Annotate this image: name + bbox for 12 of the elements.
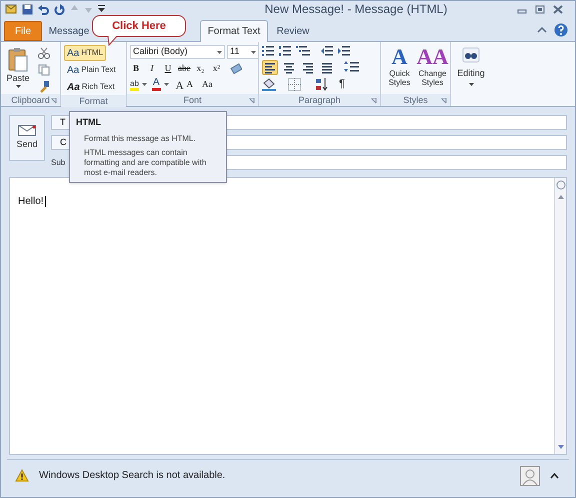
callout-bubble: Click Here: [92, 15, 186, 37]
group-label: Font: [183, 94, 202, 106]
group-label: Clipboard: [11, 94, 50, 106]
status-message: Windows Desktop Search is not available.: [39, 469, 226, 483]
tooltip-text: HTML messages can contain formatting and are compatible with most e-mail readers.: [83, 148, 208, 178]
message-text: Hello!: [18, 196, 46, 207]
window-title: New Message! - Message (HTML): [264, 1, 448, 17]
tooltip-title: HTML: [76, 116, 102, 129]
group-label: Paragraph: [298, 94, 341, 106]
group-label: Format: [79, 95, 108, 107]
group-label: Styles: [403, 94, 428, 106]
tooltip-text: Format this message as HTML.: [83, 134, 197, 144]
